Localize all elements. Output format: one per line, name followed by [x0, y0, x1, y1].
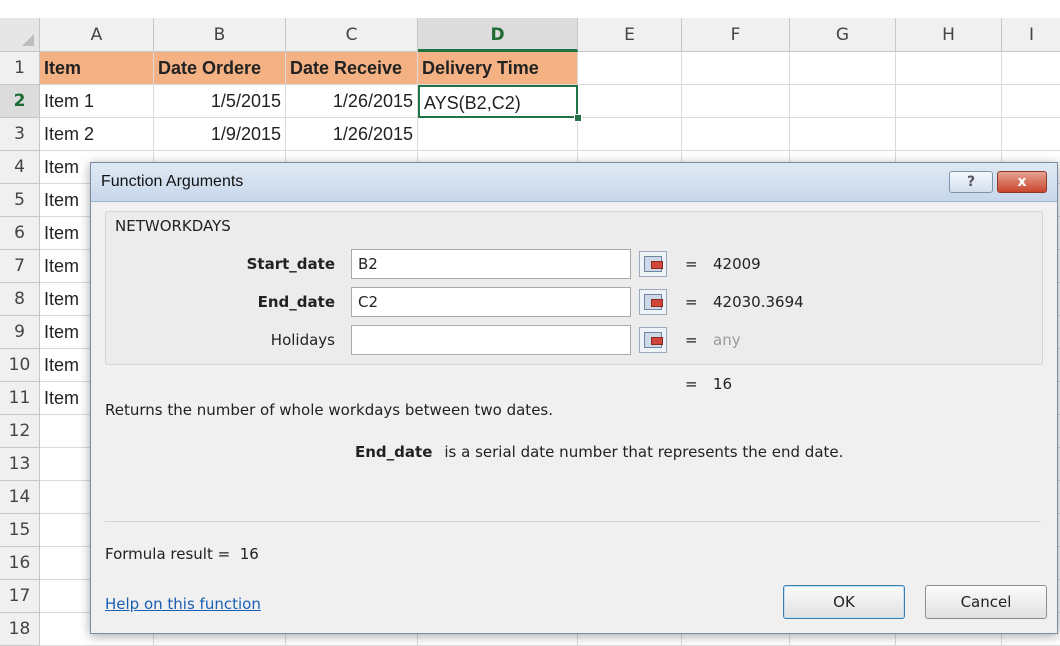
row-header-4[interactable]: 4 — [0, 151, 40, 184]
cell-a3[interactable]: Item 2 — [40, 118, 154, 151]
holidays-ref-button[interactable] — [639, 327, 667, 353]
row-header-7[interactable]: 7 — [0, 250, 40, 283]
cell-i3[interactable] — [1002, 118, 1060, 151]
row-header-8[interactable]: 8 — [0, 283, 40, 316]
end-date-ref-button[interactable] — [639, 289, 667, 315]
help-on-function-link[interactable]: Help on this function — [105, 595, 261, 613]
formula-result-value: 16 — [239, 545, 259, 563]
row-header-2[interactable]: 2 — [0, 85, 40, 118]
cell-b2[interactable]: 1/5/2015 — [154, 85, 286, 118]
collapse-arrow-icon — [651, 299, 663, 307]
column-header-i[interactable]: I — [1002, 18, 1060, 52]
overall-equals: = — [685, 375, 698, 393]
cell-f1[interactable] — [682, 52, 790, 85]
cell-e1[interactable] — [578, 52, 682, 85]
cell-g1[interactable] — [790, 52, 896, 85]
row-header-9[interactable]: 9 — [0, 316, 40, 349]
cell-g2[interactable] — [790, 85, 896, 118]
cell-d2[interactable]: AYS(B2,C2) — [418, 85, 578, 118]
start-date-ref-button[interactable] — [639, 251, 667, 277]
start-date-label: Start_date — [246, 255, 335, 273]
cell-h2[interactable] — [896, 85, 1002, 118]
cell-c2[interactable]: 1/26/2015 — [286, 85, 418, 118]
holidays-input[interactable] — [351, 325, 631, 355]
cell-b3[interactable]: 1/9/2015 — [154, 118, 286, 151]
cell-g3[interactable] — [790, 118, 896, 151]
row-header-1[interactable]: 1 — [0, 52, 40, 85]
cell-e3[interactable] — [578, 118, 682, 151]
cell-c3[interactable]: 1/26/2015 — [286, 118, 418, 151]
cell-c1[interactable]: Date Receive — [286, 52, 418, 85]
row-header-11[interactable]: 11 — [0, 382, 40, 415]
cell-e2[interactable] — [578, 85, 682, 118]
start-date-input[interactable]: B2 — [351, 249, 631, 279]
column-header-d[interactable]: D — [418, 18, 578, 52]
holidays-label: Holidays — [270, 331, 335, 349]
select-all-icon — [22, 34, 34, 46]
collapse-arrow-icon — [651, 261, 663, 269]
row-header-12[interactable]: 12 — [0, 415, 40, 448]
row-header-14[interactable]: 14 — [0, 481, 40, 514]
argument-description: End_date is a serial date number that rep… — [355, 443, 843, 461]
end-date-equals: = — [685, 293, 698, 311]
overall-result: 16 — [713, 375, 733, 393]
help-button[interactable]: ? — [949, 171, 993, 193]
cell-a1[interactable]: Item — [40, 52, 154, 85]
start-date-equals: = — [685, 255, 698, 273]
holidays-equals: = — [685, 331, 698, 349]
argument-description-text: is a serial date number that represents … — [444, 443, 844, 461]
select-all-corner[interactable] — [0, 18, 40, 52]
row-header-3[interactable]: 3 — [0, 118, 40, 151]
column-header-b[interactable]: B — [154, 18, 286, 52]
column-header-g[interactable]: G — [790, 18, 896, 52]
function-name: NETWORKDAYS — [115, 217, 231, 235]
cell-d1[interactable]: Delivery Time — [418, 52, 578, 85]
column-header-e[interactable]: E — [578, 18, 682, 52]
cell-b1[interactable]: Date Ordere — [154, 52, 286, 85]
end-date-input[interactable]: C2 — [351, 287, 631, 317]
collapse-arrow-icon — [651, 337, 663, 345]
cancel-button[interactable]: Cancel — [925, 585, 1047, 619]
close-button[interactable]: x — [997, 171, 1047, 193]
row-header-5[interactable]: 5 — [0, 184, 40, 217]
column-header-f[interactable]: F — [682, 18, 790, 52]
cell-f3[interactable] — [682, 118, 790, 151]
row-header-10[interactable]: 10 — [0, 349, 40, 382]
row-header-18[interactable]: 18 — [0, 613, 40, 646]
row-header-13[interactable]: 13 — [0, 448, 40, 481]
column-header-a[interactable]: A — [40, 18, 154, 52]
cell-h3[interactable] — [896, 118, 1002, 151]
holidays-value: any — [713, 331, 741, 349]
cell-d3[interactable] — [418, 118, 578, 151]
cell-i2[interactable] — [1002, 85, 1060, 118]
function-description: Returns the number of whole workdays bet… — [105, 401, 554, 419]
cell-a2[interactable]: Item 1 — [40, 85, 154, 118]
row-header-16[interactable]: 16 — [0, 547, 40, 580]
formula-result-label: Formula result = — [105, 545, 231, 563]
row-header-6[interactable]: 6 — [0, 217, 40, 250]
cell-i1[interactable] — [1002, 52, 1060, 85]
row-header-17[interactable]: 17 — [0, 580, 40, 613]
column-header-c[interactable]: C — [286, 18, 418, 52]
end-date-label: End_date — [257, 293, 335, 311]
dialog-titlebar[interactable]: Function Arguments ? x — [91, 163, 1057, 202]
divider — [105, 521, 1041, 522]
ok-button[interactable]: OK — [783, 585, 905, 619]
function-arguments-dialog: Function Arguments ? x NETWORKDAYS Start… — [90, 162, 1058, 634]
column-header-h[interactable]: H — [896, 18, 1002, 52]
dialog-title: Function Arguments — [101, 173, 244, 190]
start-date-value: 42009 — [713, 255, 761, 273]
cell-h1[interactable] — [896, 52, 1002, 85]
fill-handle[interactable] — [574, 114, 582, 122]
cell-f2[interactable] — [682, 85, 790, 118]
end-date-value: 42030.3694 — [713, 293, 804, 311]
formula-result: Formula result = 16 — [105, 545, 259, 563]
argument-description-name: End_date — [355, 443, 433, 461]
row-header-15[interactable]: 15 — [0, 514, 40, 547]
